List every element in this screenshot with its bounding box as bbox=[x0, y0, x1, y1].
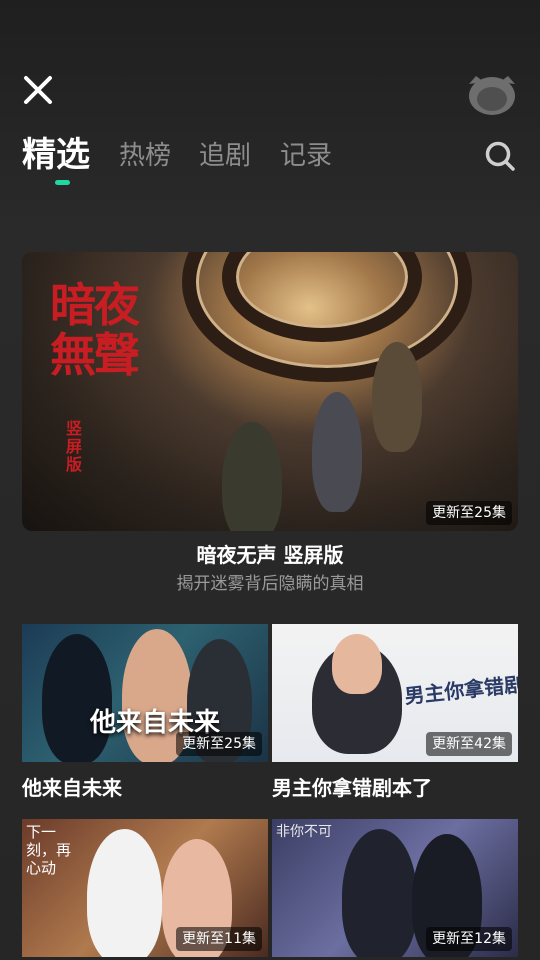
drama-card[interactable]: 下一刻，再心动 更新至11集 bbox=[22, 819, 268, 957]
drama-thumbnail: 非你不可 更新至12集 bbox=[272, 819, 518, 957]
episode-badge: 更新至42集 bbox=[426, 732, 512, 756]
drama-title: 他来自未来 bbox=[22, 776, 122, 800]
tab-hot-list[interactable]: 热榜 bbox=[119, 134, 171, 178]
thumbnail-figure bbox=[342, 829, 417, 957]
thumbnail-title-text: 男主你拿错剧本了 bbox=[403, 667, 518, 709]
hero-subtitle: 揭开迷雾背后隐瞒的真相 bbox=[176, 574, 364, 594]
thumbnail-figure bbox=[87, 829, 162, 957]
hero-figure bbox=[372, 342, 422, 452]
avatar-icon bbox=[469, 76, 515, 115]
thumbnail-figure bbox=[42, 634, 112, 762]
hero-poster-subtitle: 竖屏版 bbox=[66, 419, 83, 474]
hero-poster-title: 暗夜無聲 bbox=[50, 278, 140, 382]
close-icon bbox=[24, 76, 52, 104]
episode-badge: 更新至25集 bbox=[426, 501, 512, 525]
thumbnail-title-text: 下一刻，再心动 bbox=[26, 823, 72, 877]
hero-banner[interactable]: 暗夜無聲 竖屏版 更新至25集 bbox=[22, 252, 518, 531]
hero-figure bbox=[222, 422, 282, 531]
episode-badge: 更新至25集 bbox=[176, 732, 262, 756]
tab-history[interactable]: 记录 bbox=[280, 134, 332, 178]
drama-title: 男主你拿错剧本了 bbox=[272, 776, 432, 800]
drama-home-page: 精选 热榜 追剧 记录 暗夜無聲 竖屏版 更新至25集 暗夜无声 竖屏版 揭开迷… bbox=[0, 0, 540, 960]
drama-thumbnail: 他来自未来 更新至25集 bbox=[22, 624, 268, 762]
episode-badge: 更新至11集 bbox=[176, 927, 262, 951]
thumbnail-title-text: 非你不可 bbox=[276, 824, 332, 840]
close-button[interactable] bbox=[18, 70, 58, 110]
thumbnail-figure bbox=[332, 634, 382, 694]
tab-following[interactable]: 追剧 bbox=[199, 134, 251, 178]
hero-figure bbox=[312, 392, 362, 512]
tab-featured[interactable]: 精选 bbox=[22, 133, 90, 177]
drama-thumbnail: 下一刻，再心动 更新至11集 bbox=[22, 819, 268, 957]
drama-thumbnail: 男主你拿错剧本了 更新至42集 bbox=[272, 624, 518, 762]
hero-title[interactable]: 暗夜无声 竖屏版 bbox=[22, 540, 518, 570]
episode-badge: 更新至12集 bbox=[426, 927, 512, 951]
active-tab-indicator bbox=[55, 180, 70, 185]
drama-card[interactable]: 男主你拿错剧本了 更新至42集 男主你拿错剧本了 bbox=[272, 624, 518, 802]
drama-card[interactable]: 他来自未来 更新至25集 他来自未来 bbox=[22, 624, 268, 802]
avatar[interactable] bbox=[466, 70, 518, 116]
search-button[interactable] bbox=[480, 136, 520, 176]
search-icon bbox=[485, 141, 515, 171]
drama-card[interactable]: 非你不可 更新至12集 bbox=[272, 819, 518, 957]
